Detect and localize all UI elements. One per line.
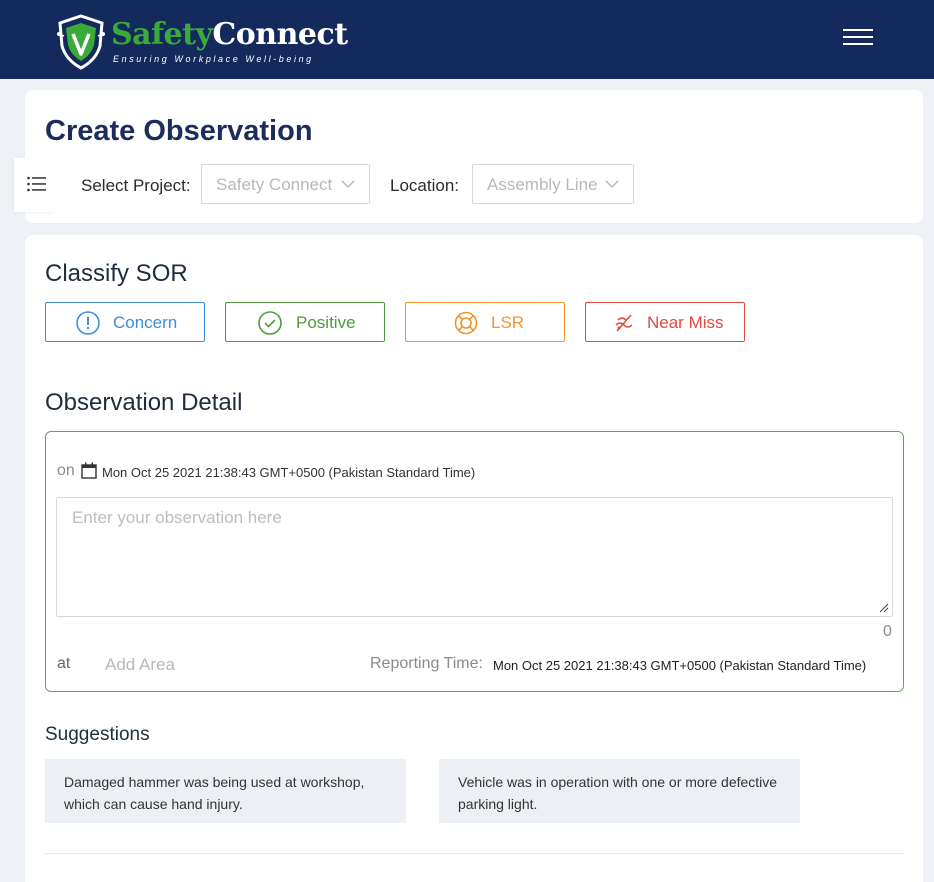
hamburger-menu-icon[interactable] [843, 27, 873, 47]
reporting-time-value: Mon Oct 25 2021 21:38:43 GMT+0500 (Pakis… [493, 658, 867, 673]
add-area-input[interactable]: Add Area [105, 655, 175, 675]
character-count: 0 [883, 623, 892, 640]
reporting-time-label: Reporting Time: [370, 655, 483, 672]
divider [45, 853, 904, 854]
at-label: at [57, 655, 71, 672]
check-circle-icon [258, 311, 282, 335]
lsr-button[interactable]: LSR [405, 302, 565, 342]
suggestion-text: parking light. [458, 796, 538, 812]
exclamation-circle-icon [76, 311, 100, 335]
location-label: Location: [390, 176, 460, 195]
on-label: on [57, 462, 75, 479]
suggestion-item[interactable]: Damaged hammer was being used at worksho… [45, 759, 406, 823]
near-miss-button[interactable]: Near Miss [585, 302, 745, 342]
top-navbar: SafetyConnect Ensuring Workplace Well-be… [0, 0, 934, 79]
suggestion-text: Vehicle was in operation with one or mor… [458, 774, 778, 790]
classify-title: Classify SOR [45, 260, 188, 287]
suggestion-text: which can cause hand injury. [64, 796, 243, 812]
resize-grip-icon[interactable] [879, 603, 889, 613]
brand-name: SafetyConnect [111, 17, 348, 52]
brand-logo[interactable]: SafetyConnect Ensuring Workplace Well-be… [56, 14, 348, 70]
near-miss-icon [615, 314, 633, 332]
brand-tagline: Ensuring Workplace Well-being [113, 54, 314, 64]
concern-button[interactable]: Concern [45, 302, 205, 342]
lifebuoy-icon [454, 311, 478, 335]
observation-datetime: Mon Oct 25 2021 21:38:43 GMT+0500 (Pakis… [102, 465, 476, 480]
shield-logo-icon [57, 14, 105, 70]
suggestion-text: Damaged hammer was being used at worksho… [64, 774, 365, 790]
suggestions-title: Suggestions [45, 724, 150, 745]
location-select[interactable]: Assembly Line [472, 164, 634, 204]
page-title: Create Observation [45, 115, 313, 147]
list-menu-icon[interactable] [14, 158, 54, 212]
project-select[interactable]: Safety Connect [201, 164, 370, 204]
chevron-down-icon [605, 180, 619, 189]
suggestion-item[interactable]: Vehicle was in operation with one or mor… [439, 759, 800, 823]
observation-textarea[interactable] [56, 497, 893, 617]
chevron-down-icon [341, 180, 355, 189]
observation-detail-title: Observation Detail [45, 389, 243, 416]
select-project-label: Select Project: [81, 176, 191, 195]
calendar-icon[interactable] [81, 462, 97, 479]
positive-button[interactable]: Positive [225, 302, 385, 342]
